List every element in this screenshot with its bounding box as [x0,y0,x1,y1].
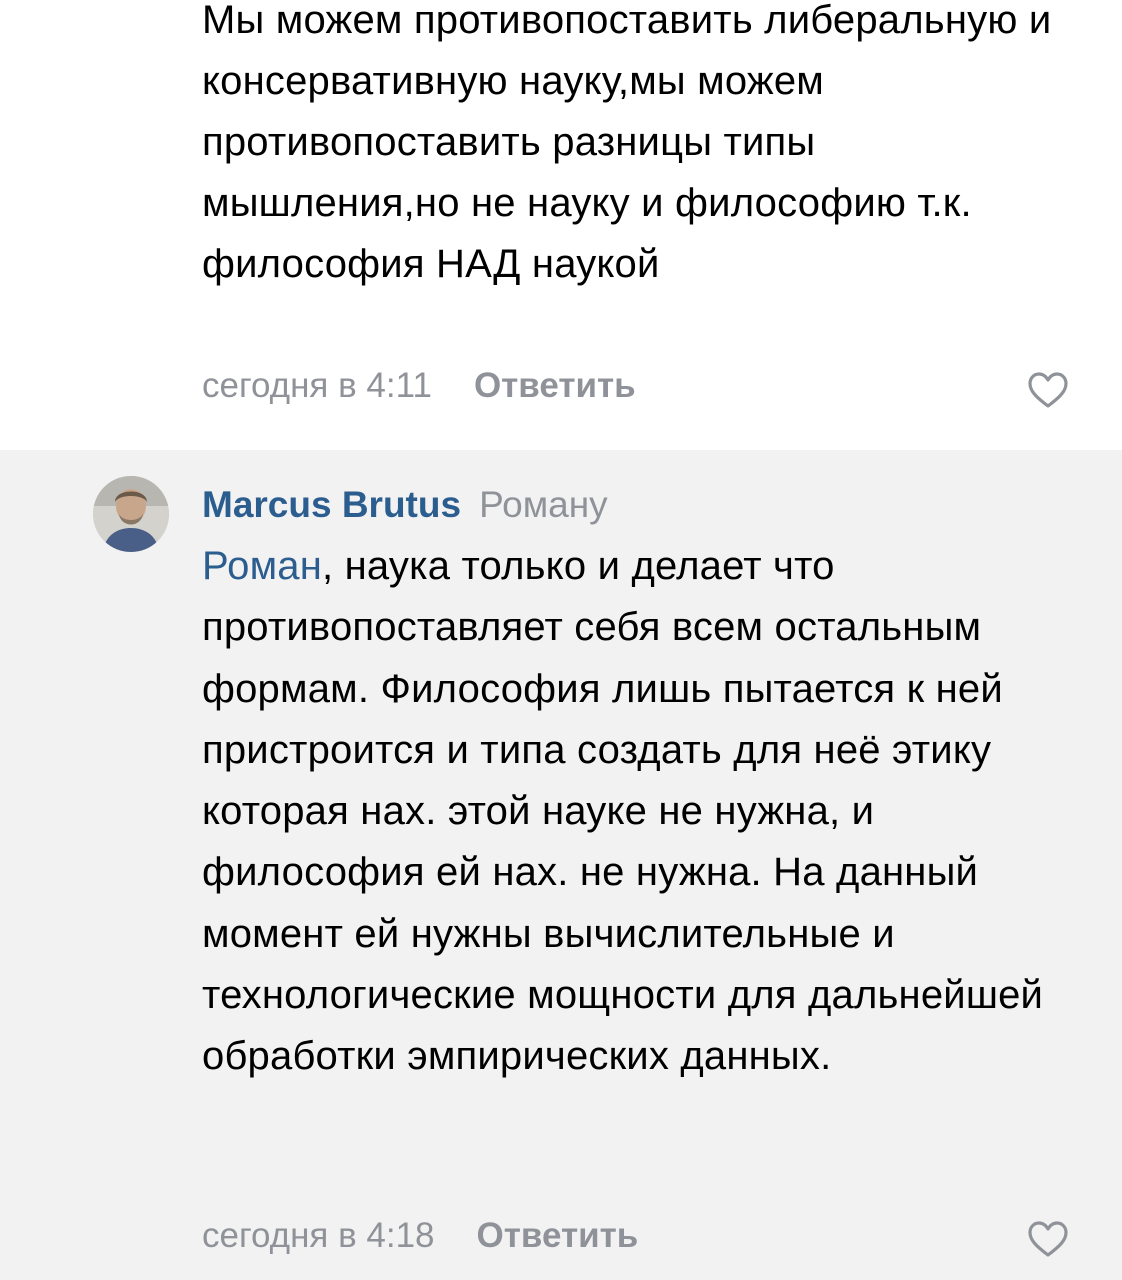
comment-body: , наука только и делает что противопоста… [202,544,1044,1079]
mention-link[interactable]: Роман [202,544,322,588]
heart-icon[interactable] [1026,370,1070,410]
comment-meta: сегодня в 4:11 Ответить [202,366,636,406]
comment-current: Marcus Brutus Роману Роман, наука только … [0,450,1122,1280]
comments-page: Мы можем противопоставить либеральную и … [0,0,1122,1280]
reply-button[interactable]: Ответить [474,366,636,406]
comment-text: Мы можем противопоставить либеральную и … [202,0,1052,286]
comment-timestamp: сегодня в 4:18 [202,1216,435,1255]
comment-timestamp: сегодня в 4:11 [202,366,432,405]
comment-meta: сегодня в 4:18 Ответить [202,1216,638,1256]
comment-text: Роман, наука только и делает что противо… [202,536,1092,1088]
comment-previous: Мы можем противопоставить либеральную и … [0,0,1122,450]
reply-button[interactable]: Ответить [477,1216,639,1256]
heart-icon[interactable] [1026,1219,1070,1259]
comment-header: Marcus Brutus Роману [202,484,608,526]
reply-recipient: Роману [479,484,608,525]
author-name[interactable]: Marcus Brutus [202,484,461,525]
avatar[interactable] [93,476,169,552]
